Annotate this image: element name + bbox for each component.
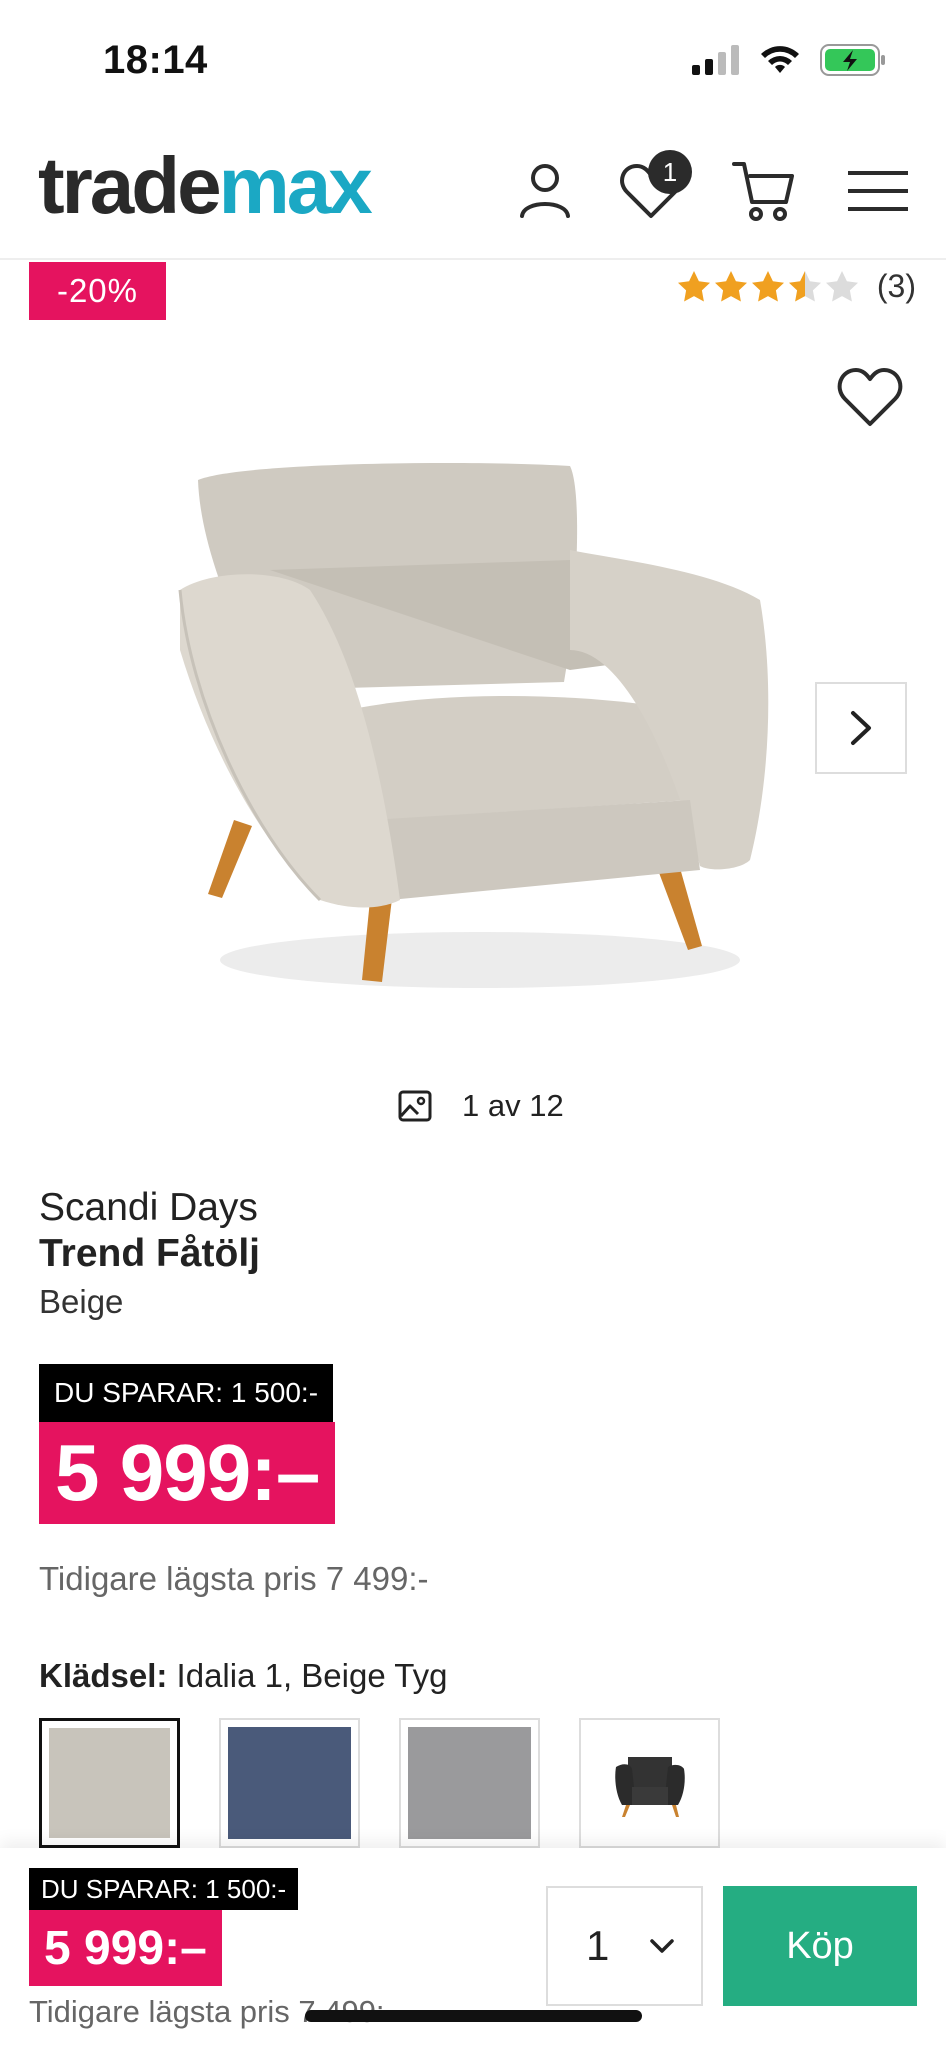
menu-icon (848, 171, 908, 211)
product-rating[interactable]: (3) (677, 268, 916, 305)
logo-part-trade: trade (38, 141, 222, 230)
product-price: 5 999:– (39, 1422, 336, 1524)
menu-button[interactable] (843, 156, 913, 226)
image-icon (398, 1090, 432, 1122)
swatch-blue[interactable] (219, 1718, 360, 1848)
wishlist-count-badge: 1 (648, 150, 692, 194)
upholstery-swatches (39, 1718, 720, 1848)
favorite-heart-icon[interactable] (836, 366, 904, 428)
sticky-savings-label: DU SPARAR: 1 500:- (29, 1868, 299, 1910)
swatch-black-chair[interactable] (579, 1718, 720, 1848)
buy-button[interactable]: Köp (723, 1886, 917, 2006)
home-indicator[interactable] (305, 2010, 642, 2022)
wifi-icon (761, 46, 799, 73)
product-brand[interactable]: Scandi Days (39, 1186, 258, 1230)
image-counter: 1 av 12 (398, 1088, 564, 1124)
chevron-right-icon (851, 711, 871, 745)
sticky-price: 5 999:– (29, 1910, 222, 1986)
savings-label: DU SPARAR: 1 500:- (39, 1364, 334, 1422)
logo-part-max: max (218, 141, 373, 230)
star-rating-icon (677, 270, 858, 301)
product-name: Trend Fåtölj (39, 1232, 261, 1275)
signal-icon (692, 45, 739, 75)
status-icons (692, 44, 886, 76)
image-counter-text: 1 av 12 (462, 1088, 564, 1123)
quantity-value: 1 (586, 1922, 610, 1969)
upholstery-label: Klädsel: (39, 1657, 168, 1694)
swatch-beige[interactable] (39, 1718, 180, 1848)
swatch-grey[interactable] (399, 1718, 540, 1848)
trademax-logo[interactable]: trademax (38, 146, 373, 226)
product-image-armchair[interactable] (150, 450, 790, 1010)
black-armchair-thumbnail (615, 1757, 685, 1817)
site-header: trademax 1 (0, 118, 946, 260)
quantity-select[interactable]: 1 (546, 1886, 703, 2006)
cart-button[interactable] (728, 156, 798, 226)
battery-icon (820, 44, 885, 76)
swatch-beige-fabric (49, 1728, 170, 1838)
cart-icon (732, 162, 794, 221)
account-button[interactable] (510, 156, 580, 226)
swatch-grey-fabric (408, 1727, 531, 1839)
chevron-down-icon (650, 1939, 674, 1953)
product-color: Beige (39, 1283, 124, 1320)
wishlist-button[interactable]: 1 (616, 150, 692, 226)
upholstery-value: Idalia 1, Beige Tyg (176, 1657, 448, 1694)
next-image-button[interactable] (815, 682, 907, 774)
upholstery-info: Klädsel: Idalia 1, Beige Tyg (39, 1657, 447, 1695)
status-bar: 18:14 (0, 0, 946, 118)
swatch-blue-fabric (228, 1727, 351, 1839)
status-time: 18:14 (103, 38, 208, 82)
discount-badge: -20% (29, 262, 166, 320)
rating-count: (3) (876, 268, 916, 304)
user-icon (520, 164, 570, 218)
previous-lowest-price: Tidigare lägsta pris 7 499:- (39, 1560, 429, 1597)
